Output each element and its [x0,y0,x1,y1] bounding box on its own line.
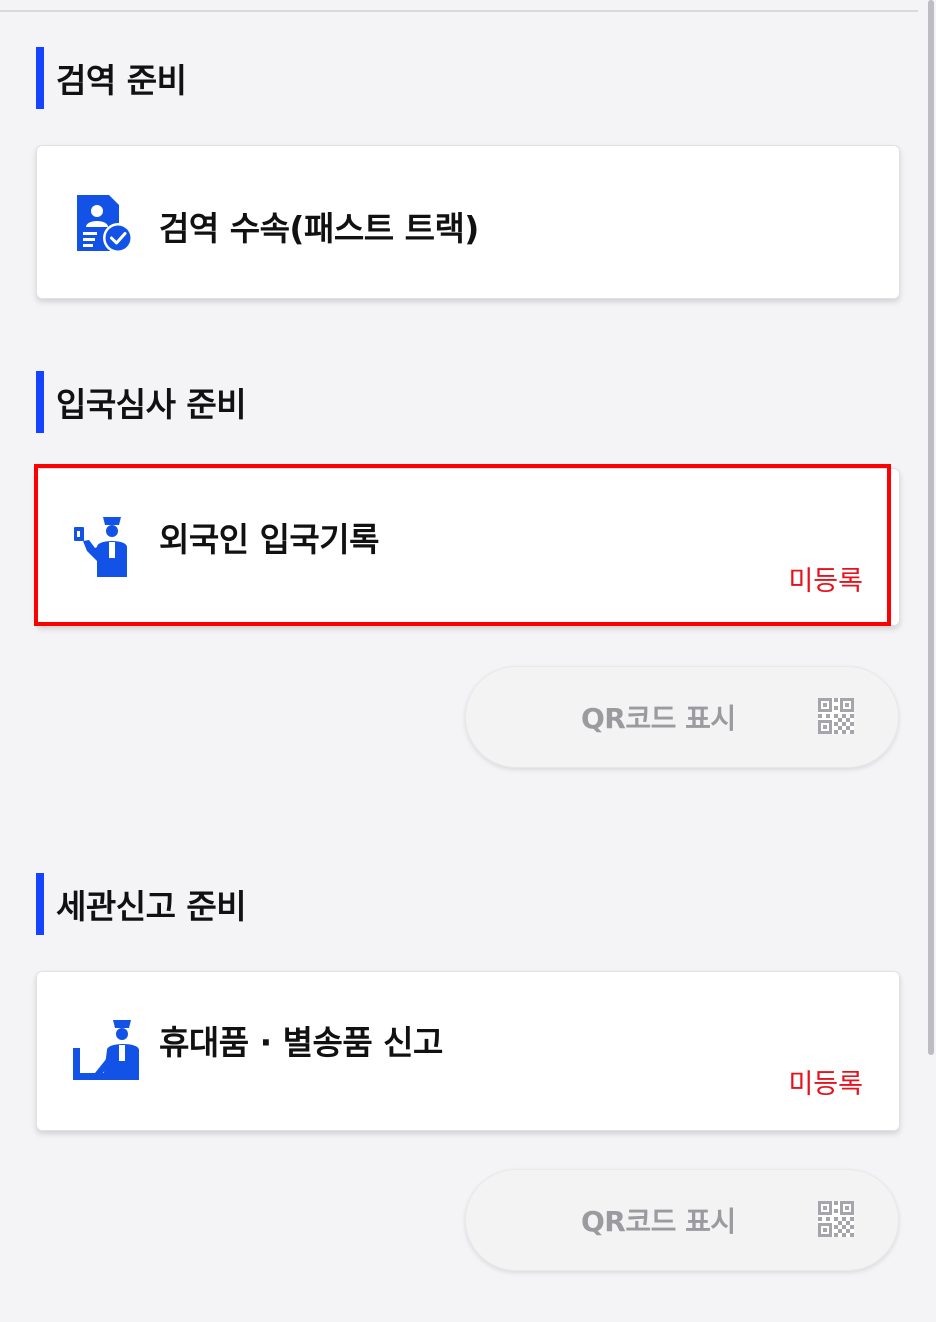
scrollbar-thumb[interactable] [928,0,934,1055]
section-title-text: 검역 준비 [56,61,187,100]
scrollbar[interactable] [928,0,936,1322]
immigration-officer-passport-icon [73,515,137,585]
section-title-customs: 세관신고 준비 [36,873,247,935]
qr-code-button-customs[interactable]: QR코드 표시 [465,1169,899,1271]
section-accent-bar [36,371,44,433]
card-label: 외국인 입국기록 [159,520,380,559]
qr-button-label: QR코드 표시 [581,1205,736,1238]
customs-declaration-card[interactable]: 휴대품 · 별송품 신고 미등록 [36,971,900,1131]
status-badge: 미등록 [788,566,863,597]
qr-code-icon [818,1201,854,1241]
section-title-quarantine: 검역 준비 [36,47,187,109]
quarantine-fast-track-card[interactable]: 검역 수속(패스트 트랙) [36,145,900,299]
section-title-immigration: 입국심사 준비 [36,371,247,433]
qr-code-button-immigration[interactable]: QR코드 표시 [465,666,899,768]
foreigner-arrival-record-card[interactable]: 외국인 입국기록 미등록 [36,468,900,626]
section-title-text: 세관신고 준비 [56,887,247,926]
qr-code-icon [818,698,854,738]
status-badge: 미등록 [788,1069,863,1100]
section-accent-bar [36,47,44,109]
qr-button-label: QR코드 표시 [581,702,736,735]
card-label: 검역 수속(패스트 트랙) [159,209,479,248]
section-accent-bar [36,873,44,935]
screen: 검역 준비 검역 수속(패스트 트랙) 입국심사 준비 외국인 입국기록 미등록… [0,0,936,1322]
card-label: 휴대품 · 별송품 신고 [159,1023,443,1062]
health-document-check-icon [73,191,137,259]
customs-officer-desk-icon [73,1018,145,1088]
section-title-text: 입국심사 준비 [56,385,247,424]
top-divider [0,10,918,12]
